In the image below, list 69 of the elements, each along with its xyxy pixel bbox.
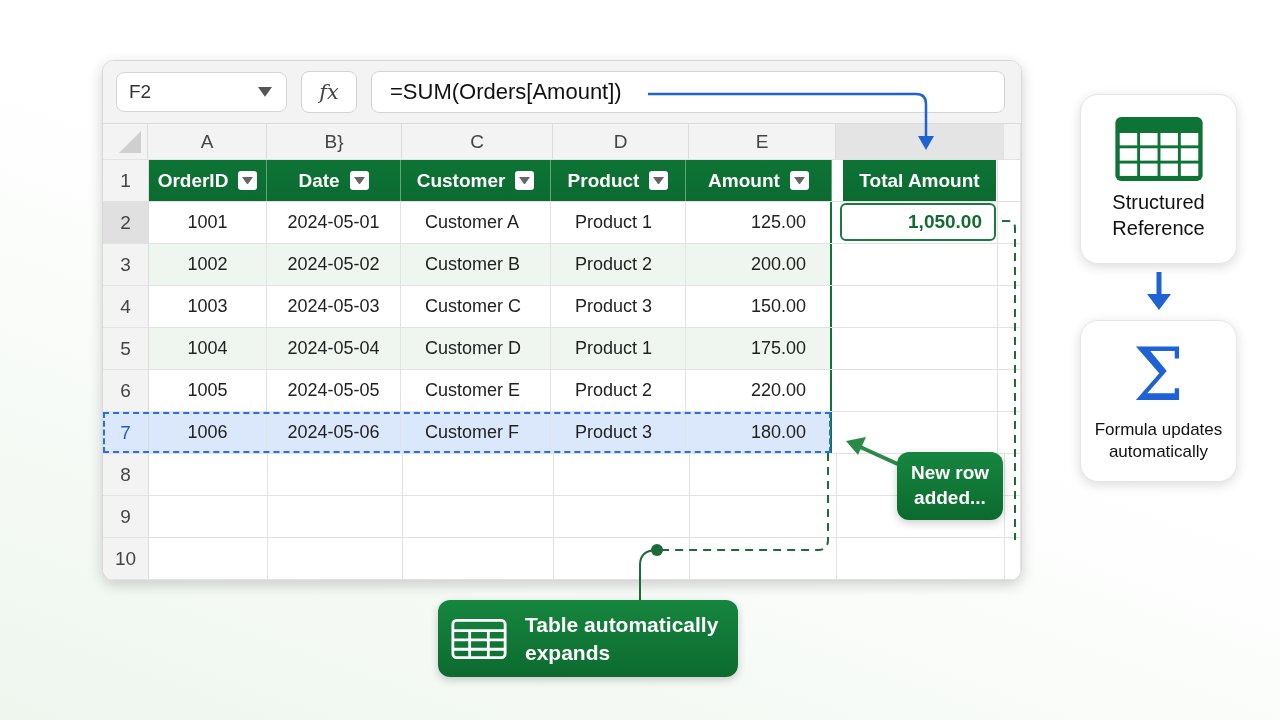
caret-icon xyxy=(242,176,254,185)
table-cell: 2024-05-03 xyxy=(267,286,401,327)
name-box[interactable]: F2 xyxy=(116,72,287,112)
filter-button[interactable] xyxy=(515,171,535,190)
column-header[interactable]: D xyxy=(553,124,689,159)
row-header[interactable]: 8 xyxy=(103,454,149,495)
row-header[interactable]: 9 xyxy=(103,496,149,537)
row-header[interactable]: 4 xyxy=(103,286,149,327)
caret-icon xyxy=(519,176,531,185)
formula-field[interactable]: =SUM(Orders[Amount]) xyxy=(371,71,1005,113)
table-icon xyxy=(1114,117,1203,181)
table-cell: 1002 xyxy=(149,244,267,285)
header-label: Product xyxy=(567,169,640,192)
table-cell: Product 1 xyxy=(551,328,686,369)
caret-icon xyxy=(653,176,665,185)
table-cell: 1003 xyxy=(149,286,267,327)
caret-icon xyxy=(258,87,272,97)
column-header[interactable]: B} xyxy=(267,124,402,159)
row-header[interactable]: 3 xyxy=(103,244,149,285)
table-cell: 2024-05-04 xyxy=(267,328,401,369)
table-cell: 1005 xyxy=(149,370,267,411)
total-header: Total Amount xyxy=(843,160,996,201)
row-header[interactable]: 6 xyxy=(103,370,149,411)
function-button[interactable]: fx xyxy=(301,71,357,113)
row-header[interactable]: 2 xyxy=(103,202,149,243)
callout-text: Table automatically expands xyxy=(525,612,720,666)
filter-button[interactable] xyxy=(789,171,809,190)
card-label: Formula updates automatically xyxy=(1093,418,1224,463)
table-cell: 2024-05-01 xyxy=(267,202,401,243)
row-header[interactable]: 7 xyxy=(103,412,149,453)
table-cell: Product 2 xyxy=(551,244,686,285)
row-header[interactable]: 10 xyxy=(103,538,149,579)
column-header[interactable]: A xyxy=(148,124,267,159)
table-cell: 1004 xyxy=(149,328,267,369)
column-header[interactable]: E xyxy=(689,124,836,159)
table-cell: 1006 xyxy=(149,412,267,453)
table-cell: Product 3 xyxy=(551,412,686,453)
table-icon xyxy=(451,617,507,660)
sigma-icon: Σ xyxy=(1133,338,1184,411)
filter-button[interactable] xyxy=(649,171,669,190)
callout-text: New row added... xyxy=(909,461,991,510)
header-label: Date xyxy=(298,169,340,192)
row-header[interactable]: 1 xyxy=(103,160,149,201)
table-cell: 180.00 xyxy=(686,412,832,453)
table-cell: Customer F xyxy=(401,412,551,453)
total-cell[interactable]: 1,050.00 xyxy=(840,203,996,241)
row-header[interactable]: 5 xyxy=(103,328,149,369)
caret-icon xyxy=(793,176,805,185)
table-cell: Product 2 xyxy=(551,370,686,411)
caret-icon xyxy=(353,176,365,185)
header-label: OrderID xyxy=(157,169,229,192)
table-cell: 2024-05-05 xyxy=(267,370,401,411)
down-arrow-icon xyxy=(1144,272,1173,312)
column-header[interactable]: C xyxy=(402,124,553,159)
table-cell: 2024-05-06 xyxy=(267,412,401,453)
table-cell: 2024-05-02 xyxy=(267,244,401,285)
table-cell: Customer B xyxy=(401,244,551,285)
header-label: Customer xyxy=(416,169,506,192)
table-cell: Customer A xyxy=(401,202,551,243)
table-cell: Customer E xyxy=(401,370,551,411)
card-label: Structured Reference xyxy=(1111,190,1206,241)
table-cell: Product 1 xyxy=(551,202,686,243)
header-label: Amount xyxy=(708,169,780,192)
table-cell: Customer C xyxy=(401,286,551,327)
filter-button[interactable] xyxy=(238,171,258,190)
table-cell: Customer D xyxy=(401,328,551,369)
filter-button[interactable] xyxy=(349,171,369,190)
table-cell: Product 3 xyxy=(551,286,686,327)
table-cell: 1001 xyxy=(149,202,267,243)
